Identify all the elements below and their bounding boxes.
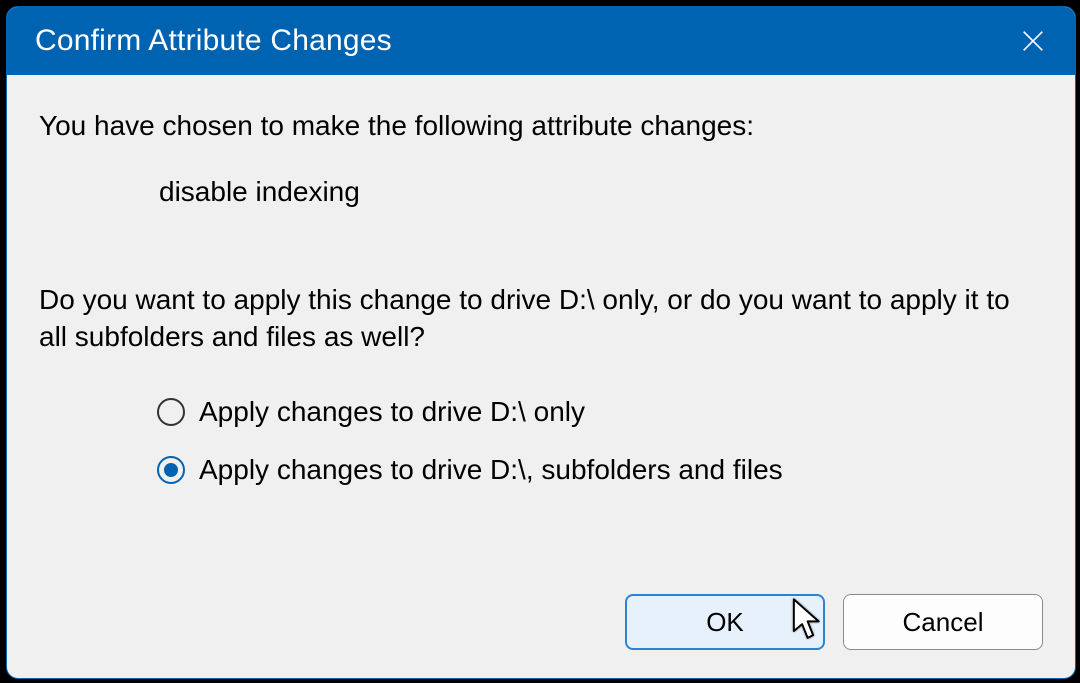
radio-drive-only-label: Apply changes to drive D:\ only	[199, 396, 585, 428]
close-button[interactable]	[1011, 19, 1055, 63]
attribute-change-text: disable indexing	[159, 173, 1043, 211]
question-text: Do you want to apply this change to driv…	[39, 281, 1039, 357]
confirm-attribute-changes-dialog: Confirm Attribute Changes You have chose…	[6, 6, 1076, 679]
radio-subfolders-and-files[interactable]: Apply changes to drive D:\, subfolders a…	[157, 454, 1043, 486]
scope-radio-group: Apply changes to drive D:\ only Apply ch…	[157, 396, 1043, 486]
intro-text: You have chosen to make the following at…	[39, 107, 1043, 145]
close-icon	[1019, 27, 1047, 55]
radio-drive-only[interactable]: Apply changes to drive D:\ only	[157, 396, 1043, 428]
button-row: OK Cancel	[7, 594, 1075, 678]
radio-icon	[157, 398, 185, 426]
titlebar: Confirm Attribute Changes	[7, 7, 1075, 75]
radio-icon	[157, 456, 185, 484]
dialog-title: Confirm Attribute Changes	[35, 24, 392, 58]
cancel-button[interactable]: Cancel	[843, 594, 1043, 650]
radio-subfolders-and-files-label: Apply changes to drive D:\, subfolders a…	[199, 454, 783, 486]
ok-button[interactable]: OK	[625, 594, 825, 650]
dialog-content: You have chosen to make the following at…	[7, 75, 1075, 594]
